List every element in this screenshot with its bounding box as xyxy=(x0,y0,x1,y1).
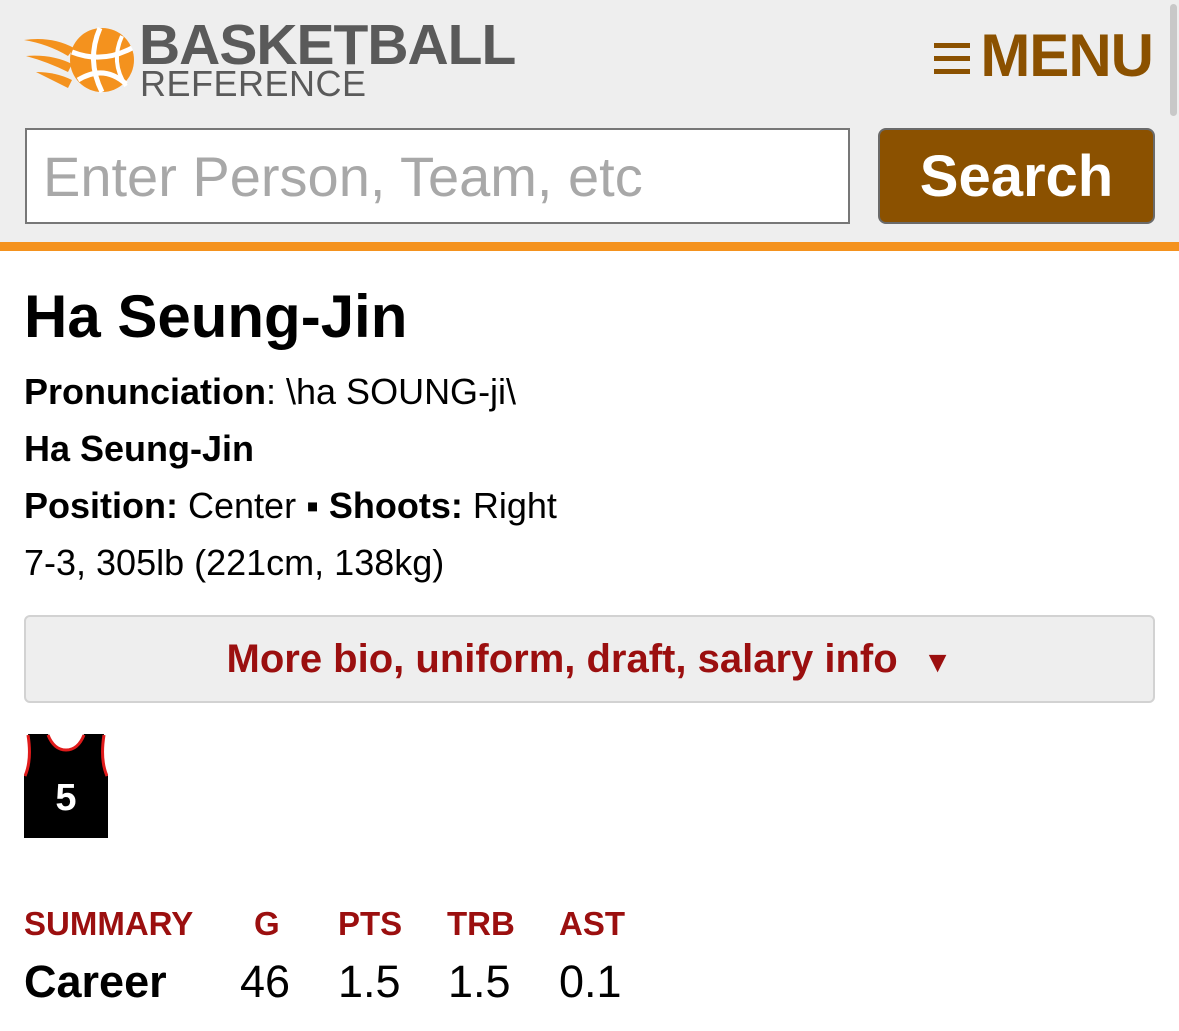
search-button[interactable]: Search xyxy=(878,128,1155,224)
logo-subtitle: REFERENCE xyxy=(140,63,367,104)
scrollbar[interactable] xyxy=(1170,4,1177,116)
basketball-logo-icon xyxy=(24,26,134,94)
search-input[interactable] xyxy=(25,128,850,224)
career-rebounds: 1.5 xyxy=(448,956,511,1007)
position-label: Position: xyxy=(24,485,178,526)
jersey-number: 5 xyxy=(55,777,77,819)
more-bio-button[interactable]: More bio, uniform, draft, salary info ▼ xyxy=(24,615,1155,703)
menu-label: MENU xyxy=(980,22,1154,89)
pronunciation-line: Pronunciation: \ha SOUNG-ji\ xyxy=(24,372,516,412)
dropdown-arrow-icon: ▼ xyxy=(922,645,953,679)
position-value: Center xyxy=(188,485,297,526)
career-assists: 0.1 xyxy=(559,956,622,1007)
games-header: G xyxy=(254,905,280,942)
career-label: Career xyxy=(24,956,167,1007)
career-points: 1.5 xyxy=(338,956,401,1007)
menu-button[interactable]: MENU xyxy=(934,22,1154,89)
career-games: 46 xyxy=(240,956,291,1007)
pronunciation-label: Pronunciation xyxy=(24,371,266,412)
full-name-line: Ha Seung-Jin xyxy=(24,429,254,469)
header-divider xyxy=(0,242,1179,251)
assists-header: AST xyxy=(559,905,625,942)
shoots-label: Shoots: xyxy=(328,485,463,526)
site-logo[interactable]: BASKETBALL REFERENCE xyxy=(22,16,516,104)
player-name: Ha Seung-Jin xyxy=(24,283,408,350)
shoots-value: Right xyxy=(472,485,557,526)
summary-header: SUMMARY xyxy=(24,905,194,942)
pronunciation-value: : \ha SOUNG-ji\ xyxy=(266,371,517,412)
position-line: Position: Center ▪ Shoots: Right xyxy=(24,486,557,526)
full-name: Ha Seung-Jin xyxy=(24,428,255,469)
jersey-link[interactable]: 5 xyxy=(23,734,109,838)
separator-glyph: ▪ xyxy=(306,485,319,526)
rebounds-header: TRB xyxy=(447,905,515,942)
more-bio-label: More bio, uniform, draft, salary info xyxy=(226,636,898,681)
hamburger-icon xyxy=(934,43,971,75)
measurements: 7-3, 305lb (221cm, 138kg) xyxy=(24,542,445,583)
points-header: PTS xyxy=(338,905,403,942)
